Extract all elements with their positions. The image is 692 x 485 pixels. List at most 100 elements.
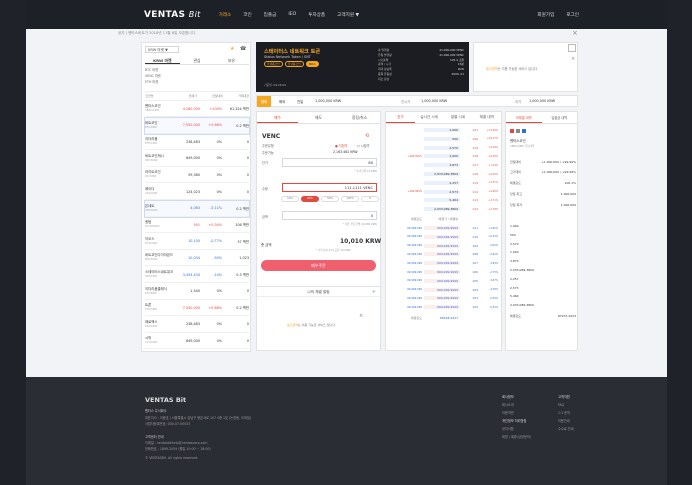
pct-10-button[interactable]: 10% <box>281 196 299 202</box>
nav-ieo[interactable]: IEO <box>288 12 296 18</box>
tab-trades[interactable]: 체결 내역 <box>472 112 501 123</box>
bid-row[interactable]: 99,999,999 999,999.9999 106 -2.75% <box>386 268 503 276</box>
bid-row[interactable]: 99,999,999 999,999.9999 102 -6.42% <box>386 303 503 311</box>
footer-link[interactable]: FAQ <box>558 401 574 409</box>
ask-row[interactable]: 2,933,089.3809 112 +2.78% <box>386 205 503 213</box>
coin-row[interactable]: 이더리움클래식 ETC/KRW 1,540 0% 0 <box>145 284 249 300</box>
nav-deposit[interactable]: 입출금 <box>264 12 277 18</box>
radio-market[interactable]: ○ 시장가 <box>357 143 370 148</box>
bid-row[interactable]: 99,999,999 999,999.9999 110 +0.93% <box>386 233 503 241</box>
signup-link[interactable]: 회원가입 <box>537 12 554 18</box>
tab-modify-cancel[interactable]: 정정/취소 <box>339 112 380 123</box>
bid-row[interactable]: 99,999,999 999,999.9999 111 +1.85% <box>386 224 503 232</box>
star-icon[interactable]: ★ <box>230 46 234 52</box>
rinfo-coin-name: 벤타스코인 <box>510 139 526 143</box>
coin-row[interactable]: 비트코인캐시 BCH/KRW 649,000 0% 0 <box>145 151 249 167</box>
footer-link[interactable]: 회원 / 제휴(상장문의) <box>502 433 531 441</box>
col-price[interactable]: 현재가 <box>171 94 197 98</box>
buy-order-button[interactable]: 매수주문 <box>261 260 376 271</box>
tab-unfilled[interactable]: 미체결 내역 <box>506 112 542 123</box>
col-change[interactable]: 전일대비 <box>197 94 223 98</box>
plus-icon[interactable]: + <box>372 289 376 295</box>
ask-row[interactable]: 5,464 113 +3.71% <box>386 196 503 204</box>
footer-link[interactable]: 개인정보 처리방침 <box>502 417 531 425</box>
tab-orderbook[interactable]: 호가 <box>386 112 415 123</box>
ask-row[interactable]: +999.999% 2,573 114 +4.66% <box>386 188 503 196</box>
market-select[interactable]: KRW 마켓 ▼ <box>145 46 179 53</box>
bid-row[interactable]: 99,999,999 999,999.9999 107 -1.84% <box>386 259 503 267</box>
logo[interactable]: VENTAS Bit <box>144 10 201 20</box>
col-volume[interactable]: 거래대금 <box>223 94 249 98</box>
pct-50-button[interactable]: 50% <box>321 196 339 202</box>
coin-row[interactable]: 비트코인 BTC/KRW 7,550,000 +0.68% 0.2 백만 <box>144 116 250 135</box>
bid-row[interactable]: 99,999,999 999,999.9999 103 -5.50% <box>386 294 503 302</box>
pct-25-button[interactable]: 25% <box>301 196 319 202</box>
col-coin-name[interactable]: 코인명 <box>145 94 171 98</box>
refresh-icon[interactable]: ⟲ <box>365 133 369 139</box>
radio-limit[interactable]: ● 지정가 <box>335 143 348 148</box>
pct-100-button[interactable]: 100% <box>341 196 359 202</box>
footer-link[interactable]: 1:1 문의 <box>558 409 574 417</box>
nav-coin[interactable]: 코인 <box>243 12 251 18</box>
close-icon[interactable]: × <box>359 313 363 319</box>
tab-krw-market[interactable]: KRW 마켓 <box>145 56 180 64</box>
tab-daily[interactable]: 일별 시세 <box>444 112 473 123</box>
footer-link[interactable]: 이용안내 <box>558 417 574 425</box>
footer-link[interactable]: 수수료 안내 <box>558 425 574 433</box>
coin-row[interactable]: 라이트코인 LTC/KRW 59,380 0% 0 <box>145 167 249 184</box>
coin-row[interactable]: 이더리움 ETH/KRW 238,483 0% 0 <box>145 134 249 151</box>
tab-overseas[interactable]: 해외 <box>275 96 289 107</box>
tab-deposit-history[interactable]: 입출금 내역 <box>542 112 578 123</box>
coin-row[interactable]: 제로엑스 ZRX/KRW 238,483 0% 0 <box>145 317 249 333</box>
price-input[interactable]: 80 <box>282 158 377 167</box>
eth-market-link[interactable]: ETH 마켓 <box>145 79 161 85</box>
nav-invest[interactable]: 투자상품 <box>308 12 325 18</box>
coin-row[interactable]: 스테이터스네트워크 SNT/KRW 3,454,434 -14% 0.3 백만 <box>145 267 249 283</box>
ask-row[interactable]: 500 120 +10.27% <box>386 135 503 143</box>
coin-row[interactable]: 시빅 CVC/KRW 649,000 0% 0 <box>145 333 249 350</box>
coin-name: 제로엑스 ZRX/KRW <box>145 320 175 329</box>
notice-bar[interactable]: 공지 | 벤타스비트가 2018년 11월 8일 오픈합니다 <box>118 31 195 36</box>
bid-row[interactable]: 99,999,999 999,999.9999 104 -4.58% <box>386 286 503 294</box>
login-link[interactable]: 로그인 <box>566 12 579 18</box>
coin-row[interactable]: 트론 TRX/KRW 7,550,000 +0.68% 0.2 백만 <box>145 300 249 317</box>
close-icon[interactable]: × <box>571 56 575 62</box>
amount-input[interactable]: 0 <box>282 211 377 220</box>
footer-link[interactable]: 공지사항 <box>502 425 531 433</box>
bid-row[interactable]: 99,999,999 999,999.9999 109 0.00% <box>386 242 503 250</box>
ask-row[interactable]: 2,570 119 +9.29% <box>386 144 503 152</box>
tab-holding[interactable]: 보유 <box>214 56 249 64</box>
footer-link[interactable]: 이용약관 <box>502 409 531 417</box>
tab-sell[interactable]: 매도 <box>298 112 339 123</box>
ask-row[interactable]: +999.999% 1,000 118 +8.36% <box>386 152 503 160</box>
close-icon[interactable]: × <box>572 29 578 37</box>
pct-custom-button[interactable]: % <box>361 196 379 202</box>
ask-change: +4.66% <box>488 190 498 194</box>
footer-link[interactable]: 회사소개 <box>502 401 531 409</box>
bid-row[interactable]: 99,999,999 999,999.9999 105 -3.67% <box>386 277 503 285</box>
ask-row[interactable]: 3,873 117 +7.44% <box>386 161 503 169</box>
coin-row[interactable]: 퀀텀 QTUM/KRW 591 +0.34% 106 백만 <box>145 217 249 234</box>
tab-realtime[interactable]: 실시간 시세 <box>415 112 444 123</box>
coin-row[interactable]: 이오스 EOS/KRW 10,100 -0.77% 37 백만 <box>145 234 249 250</box>
footer-logo: VENTAS Bit <box>145 396 187 404</box>
phone-icon[interactable]: ☎ <box>240 46 246 52</box>
bid-right-row: 1,000 <box>510 250 576 254</box>
order-tabs: 매수 매도 정정/취소 <box>257 112 380 124</box>
tab-favorite[interactable]: 관심 <box>180 56 215 64</box>
ask-row[interactable]: 2,933,089.3809 116 +6.50% <box>386 170 503 178</box>
coin-row[interactable]: 비트코인다이아몬드 BCD/KRW 10,034 -50% 1,023 <box>145 250 249 267</box>
coin-row[interactable]: 벤타스코인 VENC/KRW 4,260,000 +100% 61,324 백만 <box>145 101 249 117</box>
tab-won[interactable]: 원화 <box>257 96 272 107</box>
nav-support[interactable]: 고객지원 ▼ <box>337 12 359 18</box>
coin-row[interactable]: 온네트 ONT/KRW 4,063 -5.11% 0.2 백만 <box>144 199 250 218</box>
ask-row[interactable]: 2,257 115 +5.57% <box>386 179 503 187</box>
bid-row[interactable]: 99,999,999 999,999.9999 108 -0.92% <box>386 250 503 258</box>
coin-row[interactable]: 에이다 ADA/KRW 124,023 0% 0 <box>145 184 249 200</box>
tab-buy[interactable]: 매수 <box>257 112 298 123</box>
expand-icon[interactable] <box>568 44 576 52</box>
tab-prev-day[interactable]: 전일 <box>293 96 307 107</box>
qty-input[interactable]: 111.1111 VENC <box>282 183 377 192</box>
nav-exchange[interactable]: 거래소 <box>219 12 232 18</box>
ask-row[interactable]: 1,000 121 +31.99% <box>386 126 503 134</box>
